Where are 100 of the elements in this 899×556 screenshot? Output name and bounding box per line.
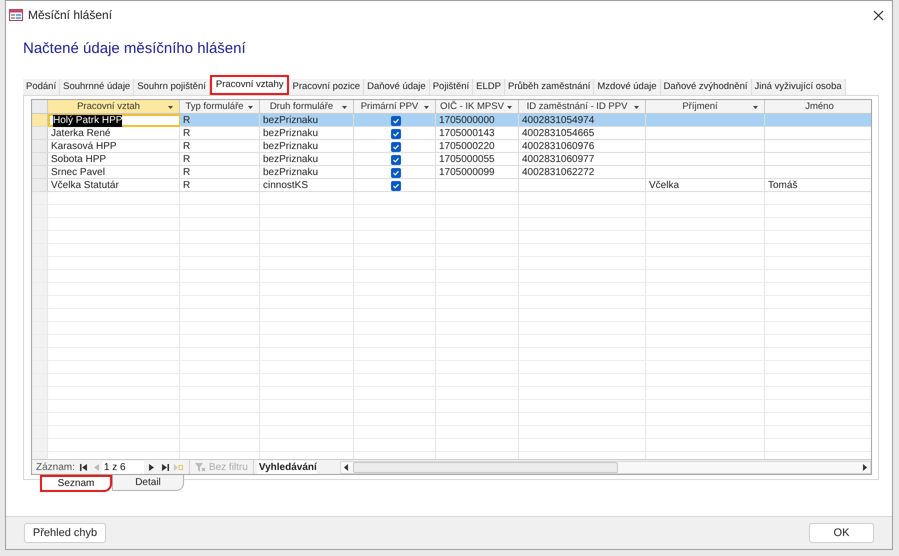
tab[interactable]: Souhrnné údaje	[60, 79, 134, 95]
row-selector[interactable]	[32, 361, 48, 373]
row-selector[interactable]	[32, 283, 48, 295]
row-selector[interactable]	[32, 309, 48, 321]
table-cell: Holý Patrk HPP	[53, 114, 122, 126]
caret-icon[interactable]	[753, 106, 758, 109]
row-selector[interactable]	[32, 140, 48, 152]
row-selector[interactable]	[32, 218, 48, 230]
row-selector[interactable]	[32, 231, 48, 243]
tab[interactable]: Pracovní vztahy	[210, 75, 290, 95]
checkbox[interactable]	[391, 180, 401, 190]
table-cell: 1705000055	[439, 154, 495, 166]
row-selector[interactable]	[32, 192, 48, 204]
column-header[interactable]: Příjmení	[646, 100, 765, 113]
funnel-icon	[194, 462, 206, 472]
table-cell: bezPriznaku	[263, 128, 318, 140]
tab[interactable]: Daňové zvýhodnění	[660, 79, 752, 95]
table-cell: 4002831060977	[522, 154, 594, 166]
select-all-corner[interactable]	[32, 100, 48, 113]
next-record-icon[interactable]	[148, 464, 154, 470]
new-record-icon[interactable]	[174, 464, 183, 470]
row-selector[interactable]	[32, 127, 48, 139]
tab[interactable]: Mzdové údaje	[594, 79, 661, 95]
row-selector[interactable]	[32, 348, 48, 360]
last-record-icon[interactable]	[162, 464, 169, 470]
record-number-field[interactable]: 1 z 6	[102, 460, 144, 474]
form-heading: Načtené údaje měsíčního hlášení	[23, 40, 246, 57]
column-header[interactable]: Jméno	[765, 100, 871, 113]
table-cell: Včelka	[649, 180, 680, 192]
table-cell: R	[183, 166, 190, 178]
caret-icon[interactable]	[342, 106, 347, 109]
scroll-left-icon[interactable]	[344, 464, 348, 470]
row-selector[interactable]	[32, 153, 48, 165]
table-cell: 1705000220	[439, 140, 495, 152]
tab[interactable]: Průběh zaměstnání	[504, 79, 594, 95]
caret-icon[interactable]	[424, 106, 429, 109]
column-header[interactable]: OIČ - IK MPSV	[436, 100, 519, 113]
column-header[interactable]: Pracovní vztah	[48, 100, 180, 113]
row-selector[interactable]	[32, 335, 48, 347]
table-cell: Jaterka René	[51, 128, 110, 140]
column-header[interactable]: ID zaměstnání - ID PPV	[519, 100, 646, 113]
tab[interactable]: Podání	[23, 79, 60, 95]
row-selector[interactable]	[32, 244, 48, 256]
error-overview-button[interactable]: Přehled chyb	[24, 523, 106, 543]
ok-button[interactable]: OK	[809, 523, 874, 543]
row-selector[interactable]	[32, 374, 48, 386]
row-selector[interactable]	[32, 439, 48, 451]
view-tab[interactable]: Detail	[112, 475, 184, 491]
tab[interactable]: Daňové údaje	[364, 79, 430, 95]
column-header[interactable]: Primární PPV	[354, 100, 436, 113]
row-selector[interactable]	[32, 114, 48, 126]
row-selector[interactable]	[32, 166, 48, 178]
table-cell: Srnec Pavel	[51, 166, 105, 178]
checkbox[interactable]	[391, 154, 401, 164]
caret-icon[interactable]	[168, 106, 173, 109]
checkbox[interactable]	[391, 168, 401, 178]
row-selector[interactable]	[32, 413, 48, 425]
column-header[interactable]: Druh formuláře	[260, 100, 354, 113]
caret-icon[interactable]	[634, 106, 639, 109]
row-selector[interactable]	[32, 257, 48, 269]
checkbox[interactable]	[391, 128, 401, 138]
view-tab[interactable]: Seznam	[40, 475, 112, 492]
caret-icon[interactable]	[507, 106, 512, 109]
search-field[interactable]: Vyhledávání	[256, 460, 317, 474]
caret-icon[interactable]	[248, 106, 253, 109]
horizontal-scrollbar[interactable]	[340, 460, 871, 474]
row-selector[interactable]	[32, 400, 48, 412]
table-cell: R	[183, 180, 190, 192]
checkbox[interactable]	[391, 142, 401, 152]
previous-record-icon[interactable]	[94, 464, 99, 470]
table-cell: R	[183, 114, 190, 126]
table-cell: R	[183, 128, 190, 140]
tab[interactable]: Pracovní pozice	[289, 79, 364, 95]
tab[interactable]: Jiná vyživující osoba	[752, 79, 846, 95]
row-selector[interactable]	[32, 205, 48, 217]
scrollbar-thumb[interactable]	[352, 462, 618, 472]
row-selector[interactable]	[32, 270, 48, 282]
table-cell: R	[183, 154, 190, 166]
table-cell: 1705000000	[439, 114, 495, 126]
tab[interactable]: Souhrn pojištění	[134, 79, 210, 95]
table-cell: 4002831054974	[522, 114, 594, 126]
tab[interactable]: Pojištění	[430, 79, 474, 95]
column-header[interactable]: Typ formuláře	[180, 100, 260, 113]
table-cell: bezPriznaku	[263, 154, 318, 166]
row-selector[interactable]	[32, 296, 48, 308]
tab[interactable]: ELDP	[473, 79, 505, 95]
table-cell: 4002831062272	[522, 166, 594, 178]
table-cell: Sobota HPP	[51, 154, 106, 166]
table-cell: R	[183, 140, 190, 152]
table-cell: 1705000143	[439, 128, 495, 140]
row-selector[interactable]	[32, 179, 48, 191]
scroll-right-icon[interactable]	[863, 464, 867, 470]
first-record-icon[interactable]	[80, 464, 87, 470]
row-selector[interactable]	[32, 426, 48, 438]
checkbox[interactable]	[391, 116, 401, 126]
close-icon[interactable]	[873, 10, 884, 20]
row-selector[interactable]	[32, 322, 48, 334]
table-cell: cinnostKS	[263, 180, 308, 192]
row-selector[interactable]	[32, 387, 48, 399]
table-cell: Tomáš	[768, 180, 798, 192]
